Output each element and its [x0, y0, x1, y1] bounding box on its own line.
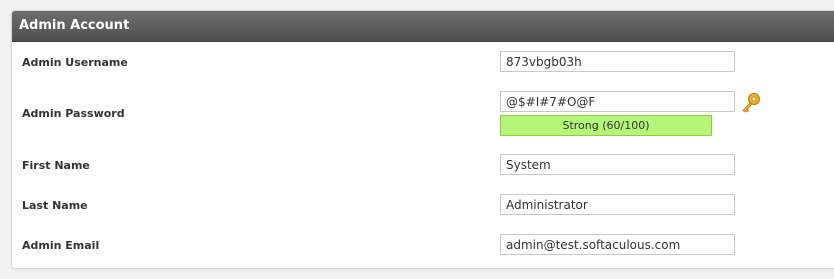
key-icon[interactable]	[739, 91, 763, 115]
last-name-input[interactable]	[500, 194, 735, 215]
last-name-label: Last Name	[22, 199, 88, 212]
admin-email-label: Admin Email	[22, 239, 100, 252]
panel-title: Admin Account	[12, 11, 834, 42]
first-name-label: First Name	[22, 159, 90, 172]
admin-password-input[interactable]	[500, 91, 735, 112]
admin-account-panel: Admin Account Admin Username Admin Passw…	[11, 10, 834, 269]
admin-username-input[interactable]	[500, 51, 735, 72]
admin-password-label: Admin Password	[22, 107, 125, 120]
first-name-input[interactable]	[500, 154, 735, 175]
admin-username-label: Admin Username	[22, 56, 128, 69]
admin-email-input[interactable]	[500, 234, 735, 255]
password-strength-meter: Strong (60/100)	[500, 115, 712, 136]
